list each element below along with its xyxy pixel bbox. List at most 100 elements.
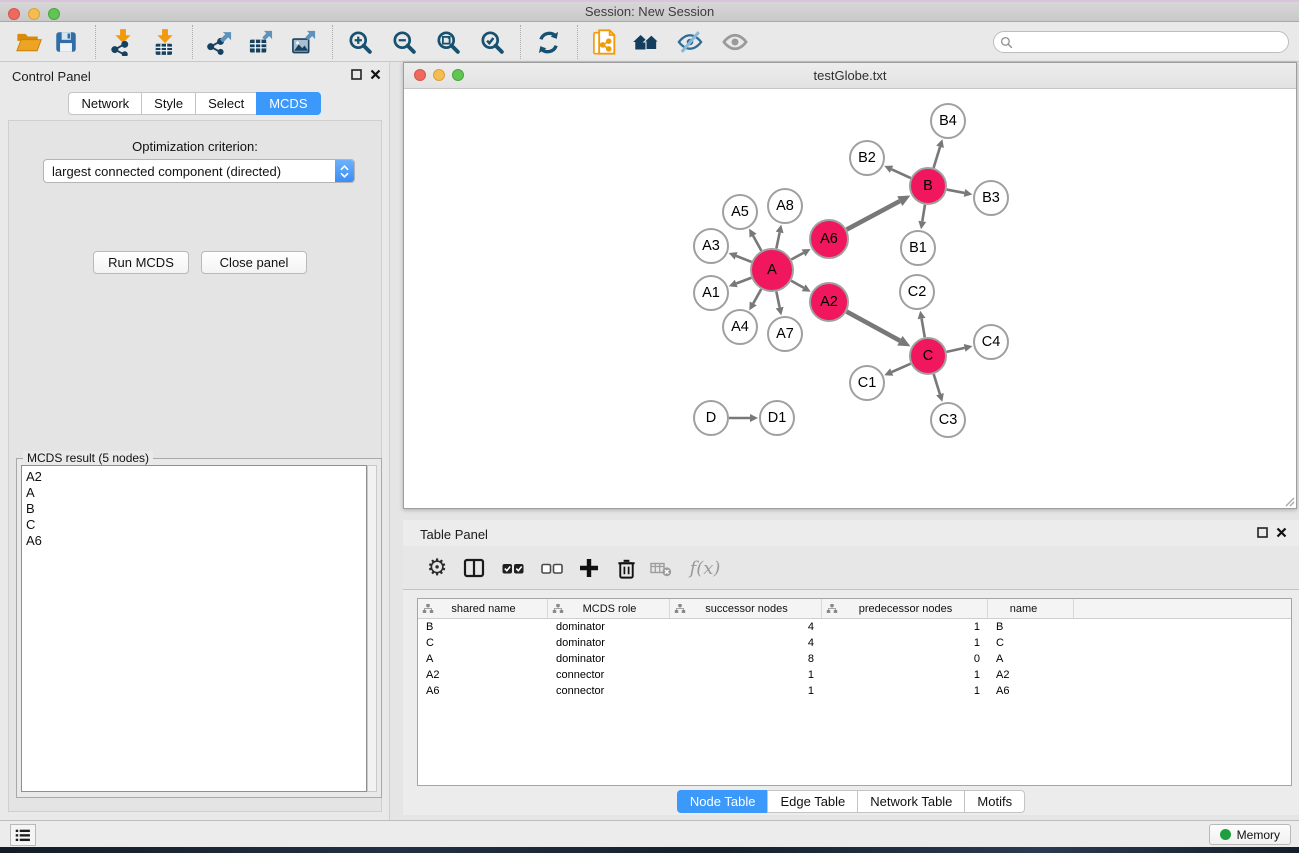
- table-cell[interactable]: 1: [822, 685, 988, 697]
- export-table-button[interactable]: [244, 26, 278, 58]
- table-cell[interactable]: B: [988, 621, 1074, 633]
- table-cell[interactable]: 1: [822, 637, 988, 649]
- task-history-button[interactable]: [10, 824, 36, 846]
- graph-edge-A-A4[interactable]: [753, 289, 761, 303]
- table-cell[interactable]: 0: [822, 653, 988, 665]
- mcds-result-list[interactable]: A2ABCA6: [21, 465, 367, 792]
- deselect-all-button[interactable]: [536, 552, 568, 584]
- tab-select[interactable]: Select: [195, 92, 256, 115]
- table-row[interactable]: A6connector11A6: [418, 683, 1291, 699]
- table-settings-button[interactable]: ⚙: [421, 552, 453, 584]
- column-header-shared-name[interactable]: shared name: [418, 599, 548, 618]
- network-from-file-button[interactable]: [588, 26, 622, 58]
- import-network-button[interactable]: [106, 26, 140, 58]
- window-resize-grip[interactable]: [1283, 495, 1295, 507]
- network-minimize-button[interactable]: [433, 69, 445, 81]
- graph-edge-C-C1[interactable]: [892, 364, 911, 372]
- graph-edge-A-A1[interactable]: [736, 278, 751, 284]
- add-column-button[interactable]: [573, 552, 605, 584]
- network-canvas[interactable]: B4B2BB3A5A8A6B1A3AC2A1A2A4A7C4CC1C3DD1: [404, 89, 1296, 508]
- delete-column-button[interactable]: [610, 552, 642, 584]
- graph-edge-A2-C[interactable]: [847, 312, 900, 341]
- table-cell[interactable]: 8: [670, 653, 822, 665]
- mcds-result-scrollbar[interactable]: [367, 465, 377, 792]
- table-cell[interactable]: A6: [988, 685, 1074, 697]
- column-header-name[interactable]: name: [988, 599, 1074, 618]
- network-window-titlebar[interactable]: testGlobe.txt: [404, 63, 1296, 89]
- show-details-button[interactable]: [718, 26, 752, 58]
- table-cell[interactable]: C: [418, 637, 548, 649]
- close-panel-icon[interactable]: [1276, 527, 1287, 538]
- table-cell[interactable]: 1: [670, 685, 822, 697]
- graph-edge-A6-B[interactable]: [847, 201, 900, 229]
- search-input[interactable]: [1013, 35, 1288, 49]
- tab-network[interactable]: Network: [68, 92, 141, 115]
- export-image-button[interactable]: [287, 26, 321, 58]
- table-cell[interactable]: A2: [988, 669, 1074, 681]
- mcds-result-item[interactable]: A2: [26, 469, 366, 485]
- node-table[interactable]: shared nameMCDS rolesuccessor nodesprede…: [417, 598, 1292, 786]
- graph-edge-B-B4[interactable]: [934, 147, 940, 168]
- table-cell[interactable]: A: [988, 653, 1074, 665]
- save-session-button[interactable]: [49, 26, 83, 58]
- zoom-window-button[interactable]: [48, 8, 60, 20]
- run-mcds-button[interactable]: Run MCDS: [93, 251, 189, 274]
- graph-edge-C-C4[interactable]: [947, 348, 965, 352]
- table-cell[interactable]: connector: [548, 669, 670, 681]
- tab-mcds[interactable]: MCDS: [256, 92, 320, 115]
- tab-edge-table[interactable]: Edge Table: [767, 790, 857, 813]
- table-cell[interactable]: C: [988, 637, 1074, 649]
- show-columns-button[interactable]: [458, 552, 490, 584]
- hide-details-button[interactable]: [673, 26, 707, 58]
- memory-button[interactable]: Memory: [1209, 824, 1291, 845]
- graph-edge-A-A2[interactable]: [791, 281, 804, 288]
- graph-edge-B-B1[interactable]: [922, 205, 925, 222]
- optimization-dropdown[interactable]: largest connected component (directed): [43, 159, 355, 183]
- table-cell[interactable]: A6: [418, 685, 548, 697]
- table-cell[interactable]: 1: [822, 621, 988, 633]
- float-panel-icon[interactable]: [351, 69, 362, 80]
- graph-edge-A-A7[interactable]: [776, 292, 779, 308]
- table-row[interactable]: Adominator80A: [418, 651, 1291, 667]
- graph-edge-A-A8[interactable]: [776, 232, 779, 248]
- tab-network-table[interactable]: Network Table: [857, 790, 964, 813]
- mcds-result-item[interactable]: A6: [26, 533, 366, 549]
- close-panel-button[interactable]: Close panel: [201, 251, 307, 274]
- mcds-result-item[interactable]: A: [26, 485, 366, 501]
- table-row[interactable]: Bdominator41B: [418, 619, 1291, 635]
- table-cell[interactable]: 4: [670, 621, 822, 633]
- table-row[interactable]: A2connector11A2: [418, 667, 1291, 683]
- graph-edge-A-A3[interactable]: [736, 256, 751, 262]
- graph-edge-B-B3[interactable]: [947, 190, 965, 193]
- graph-edge-A-A5[interactable]: [753, 236, 761, 251]
- minimize-window-button[interactable]: [28, 8, 40, 20]
- float-panel-icon[interactable]: [1257, 527, 1268, 538]
- table-cell[interactable]: connector: [548, 685, 670, 697]
- column-header-MCDS-role[interactable]: MCDS role: [548, 599, 670, 618]
- zoom-selected-button[interactable]: [475, 26, 509, 58]
- zoom-fit-button[interactable]: [431, 26, 465, 58]
- close-panel-icon[interactable]: [370, 69, 381, 80]
- table-cell[interactable]: B: [418, 621, 548, 633]
- table-cell[interactable]: dominator: [548, 637, 670, 649]
- tab-style[interactable]: Style: [141, 92, 195, 115]
- mcds-result-item[interactable]: C: [26, 517, 366, 533]
- export-network-button[interactable]: [203, 26, 237, 58]
- table-cell[interactable]: dominator: [548, 653, 670, 665]
- table-cell[interactable]: A2: [418, 669, 548, 681]
- table-cell[interactable]: 4: [670, 637, 822, 649]
- graph-edge-C-C3[interactable]: [934, 374, 940, 394]
- close-window-button[interactable]: [8, 8, 20, 20]
- tab-node-table[interactable]: Node Table: [677, 790, 768, 813]
- table-cell[interactable]: A: [418, 653, 548, 665]
- home-button[interactable]: [629, 26, 663, 58]
- zoom-out-button[interactable]: [387, 26, 421, 58]
- graph-edge-B-B2[interactable]: [892, 169, 911, 178]
- mcds-result-item[interactable]: B: [26, 501, 366, 517]
- column-header-predecessor-nodes[interactable]: predecessor nodes: [822, 599, 988, 618]
- refresh-layout-button[interactable]: [531, 26, 565, 58]
- network-graph[interactable]: B4B2BB3A5A8A6B1A3AC2A1A2A4A7C4CC1C3DD1: [404, 89, 1296, 508]
- zoom-in-button[interactable]: [343, 26, 377, 58]
- import-table-button[interactable]: [148, 26, 182, 58]
- table-cell[interactable]: 1: [822, 669, 988, 681]
